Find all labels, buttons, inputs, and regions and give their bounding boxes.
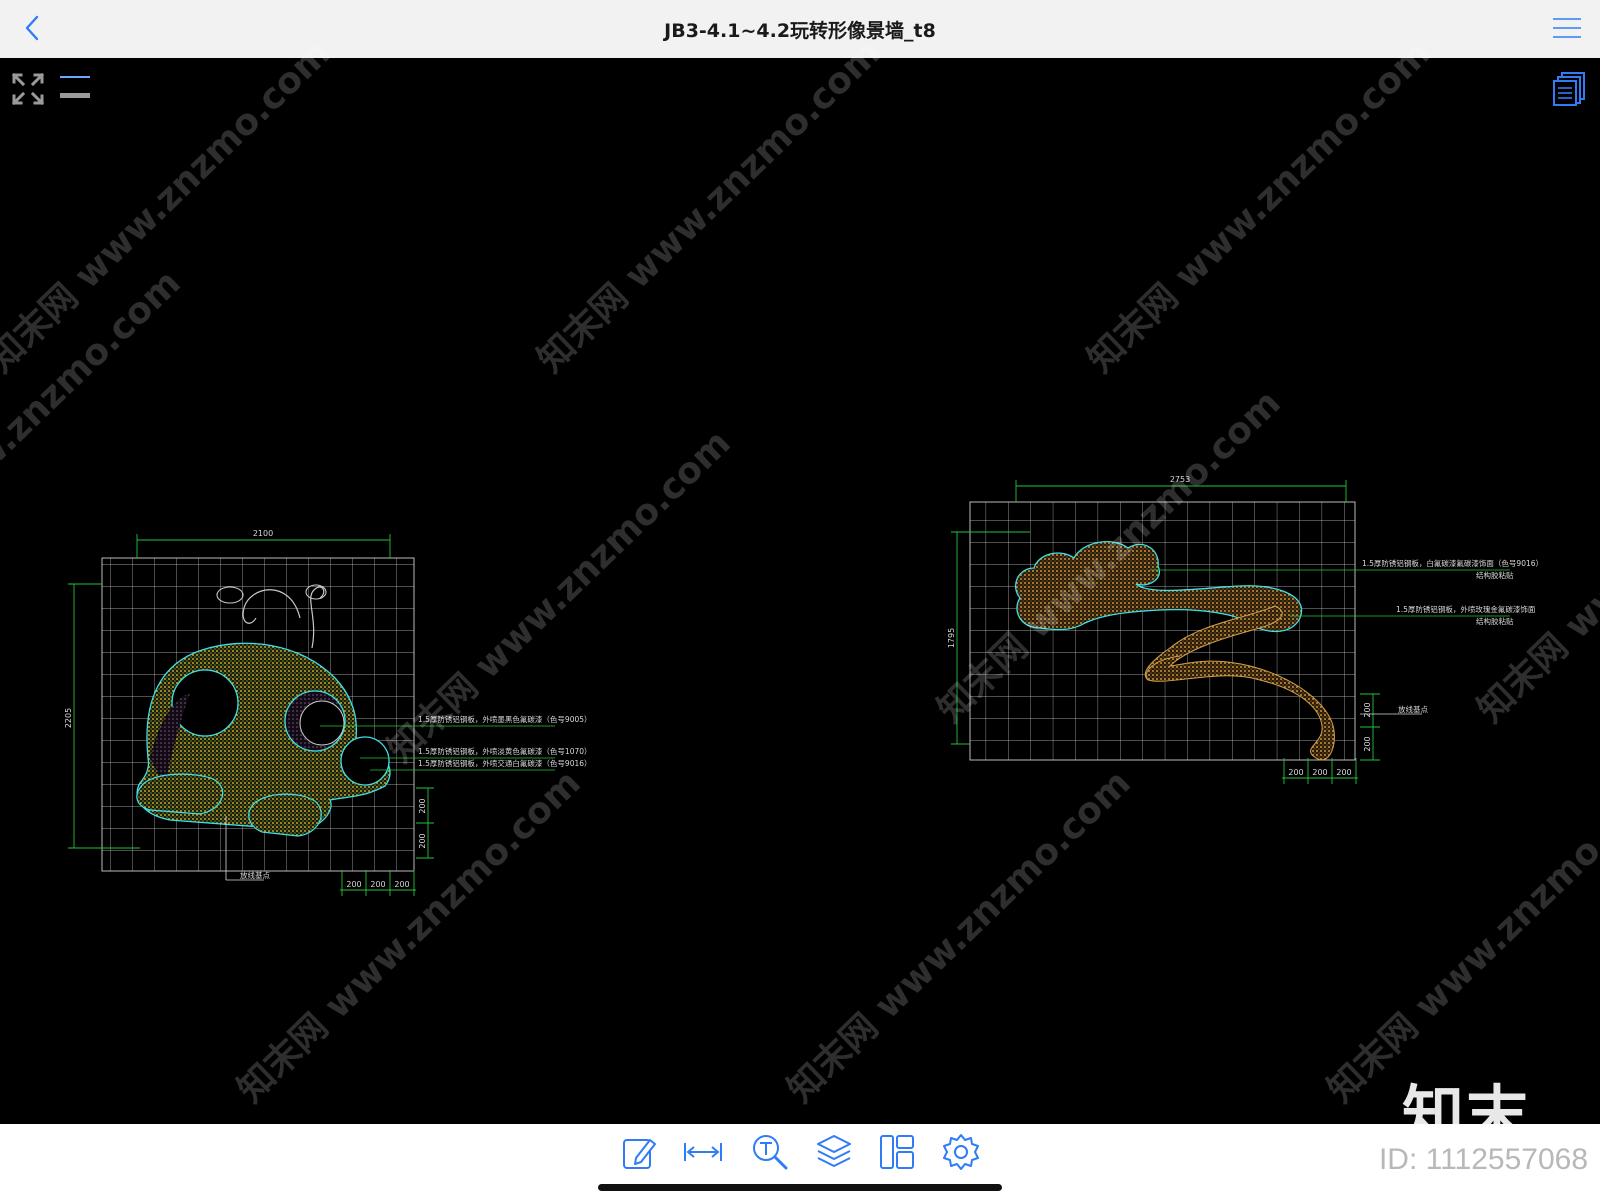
- line-weight-toggle[interactable]: [60, 73, 90, 101]
- layouts-button[interactable]: [1552, 71, 1588, 107]
- drawing-1: 2100 2205 200 200 200 200 200 1.5厚防锈铝钢板，…: [64, 529, 592, 896]
- measure-tool-button[interactable]: [683, 1132, 723, 1172]
- dim-top-1: 2100: [253, 529, 273, 538]
- menu-button[interactable]: [1552, 16, 1582, 40]
- dim-top-2: 2753: [1170, 475, 1190, 484]
- note-1c: 1.5厚防锈铝钢板，外喷交通白氟碳漆（色号9016）: [418, 758, 592, 768]
- note-1b: 1.5厚防锈铝钢板，外喷淡黄色氟碳漆（色号1070）: [418, 746, 592, 756]
- document-title: JB3-4.1~4.2玩转形像景墙_t8: [664, 20, 936, 42]
- panel-layout-icon: [880, 1135, 914, 1169]
- foot-left: [136, 773, 224, 815]
- title-bar: JB3-4.1~4.2玩转形像景墙_t8: [0, 0, 1600, 59]
- foot-right: [248, 793, 322, 837]
- dim-bottom-1c: 200: [394, 880, 409, 889]
- note-2a-1: 1.5厚防锈铝钢板，白氟碳漆氟碳漆饰面（色号9016）: [1362, 558, 1543, 568]
- image-id-label: ID: 1112557068: [1378, 1143, 1588, 1176]
- dim-right-2b: 200: [1363, 736, 1372, 751]
- cad-canvas[interactable]: 2100 2205 200 200 200 200 200 1.5厚防锈铝钢板，…: [0, 58, 1600, 1124]
- hamburger-menu-icon: [1553, 18, 1581, 38]
- grid-2: [969, 501, 1356, 761]
- fit-screen-button[interactable]: [10, 71, 46, 107]
- text-search-button[interactable]: [750, 1132, 790, 1172]
- dim-bottom-2a: 200: [1288, 768, 1303, 777]
- base-label-1: 放线基点: [240, 870, 270, 880]
- note-2b-2: 结构胶粘贴: [1476, 616, 1514, 626]
- text-search-icon: [753, 1135, 788, 1170]
- annotate-tool-button[interactable]: [620, 1132, 660, 1172]
- settings-button[interactable]: [941, 1132, 981, 1172]
- line-weight-icon: [60, 76, 90, 98]
- cad-drawing-svg: 2100 2205 200 200 200 200 200 1.5厚防锈铝钢板，…: [64, 475, 1543, 896]
- edit-pencil-icon: [623, 1139, 656, 1169]
- dim-right-1a: 200: [418, 798, 427, 813]
- expand-arrows-icon: [11, 72, 45, 106]
- note-2a-2: 结构胶粘贴: [1476, 570, 1514, 580]
- dim-right-2a: 200: [1363, 702, 1372, 717]
- dim-bottom-1b: 200: [370, 880, 385, 889]
- gear-icon: [943, 1134, 979, 1170]
- note-2b-1: 1.5厚防锈铝钢板，外喷玫瑰金氟碳漆饰面: [1396, 604, 1536, 614]
- tail-circle: [340, 736, 390, 786]
- dim-right-1b: 200: [418, 833, 427, 848]
- dim-left-1: 2205: [64, 708, 73, 728]
- dim-bottom-1a: 200: [346, 880, 361, 889]
- layers-icon: [817, 1135, 851, 1167]
- drawing-2: 2753 1795 200 200 200 200 200 1.5厚防锈铝钢板，…: [947, 475, 1543, 784]
- measure-distance-icon: [684, 1143, 722, 1161]
- layers-button[interactable]: [814, 1132, 854, 1172]
- dim-bottom-2c: 200: [1336, 768, 1351, 777]
- layout-view-button[interactable]: [877, 1132, 917, 1172]
- base-label-2: 放线基点: [1398, 704, 1428, 714]
- home-indicator[interactable]: [598, 1184, 1002, 1191]
- dim-left-2: 1795: [947, 628, 956, 648]
- dim-bottom-2b: 200: [1312, 768, 1327, 777]
- pages-stack-icon: [1553, 72, 1585, 106]
- note-1a: 1.5厚防锈铝钢板，外喷墨黑色氟碳漆（色号9005）: [418, 714, 592, 724]
